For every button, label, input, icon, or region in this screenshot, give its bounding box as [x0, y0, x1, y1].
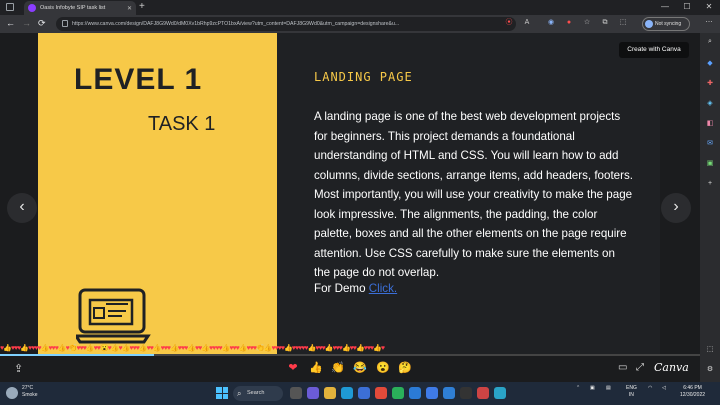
windows-taskbar: 27°C Smoke Search ⌃ ▣ ▤ ENG IN ◠ ◁ 6:46 …: [0, 382, 720, 405]
sidebar-shopping-icon[interactable]: ◆: [705, 59, 715, 69]
vscode-icon[interactable]: [443, 387, 455, 399]
app-icon[interactable]: [477, 387, 489, 399]
whatsapp-icon[interactable]: [392, 387, 404, 399]
slide-grid-icon[interactable]: ▭: [618, 362, 627, 373]
create-with-canva-button[interactable]: Create with Canva: [619, 42, 689, 58]
url-text[interactable]: https://www.canva.com/design/DAFJ8G9Wd0/…: [72, 17, 486, 31]
viewer-toolbar: ⇪ ❤ 👍 👏 😂 😮 🤔 ▭ ⤢ Canva: [0, 356, 700, 382]
sidebar-search-icon[interactable]: ⌕: [705, 37, 715, 47]
sidebar-tools-icon[interactable]: ✚: [705, 79, 715, 89]
clock[interactable]: 6:46 PM 12/30/2022: [680, 385, 705, 399]
forward-button[interactable]: →: [22, 17, 31, 30]
lock-icon[interactable]: [62, 20, 68, 27]
sidebar-extra-icon[interactable]: ▣: [705, 159, 715, 169]
sidebar-games-icon[interactable]: ◈: [705, 99, 715, 109]
share-icon[interactable]: ⇪: [14, 362, 23, 375]
tab-title: Oasis Infobyte SIP task list: [40, 5, 106, 11]
laptop-icon: [76, 288, 151, 344]
canva-favicon-icon: [28, 4, 36, 12]
tab-actions-icon[interactable]: [6, 3, 14, 11]
store-icon[interactable]: [358, 387, 370, 399]
profile-sync-button[interactable]: Not syncing: [642, 17, 690, 31]
reaction-thinking-button[interactable]: 🤔: [397, 360, 413, 376]
taskbar-search[interactable]: Search: [233, 386, 283, 401]
mail-icon[interactable]: [409, 387, 421, 399]
more-menu-icon[interactable]: ⋯: [704, 18, 714, 28]
maximize-button[interactable]: ☐: [676, 0, 698, 15]
reaction-clap-button[interactable]: 👏: [330, 360, 346, 376]
close-window-button[interactable]: ✕: [698, 0, 720, 15]
edge-icon[interactable]: [341, 387, 353, 399]
next-slide-button[interactable]: ›: [661, 193, 691, 223]
sidebar-add-icon[interactable]: +: [705, 179, 715, 189]
temperature: 27°C: [22, 385, 34, 391]
file-explorer-icon[interactable]: [324, 387, 336, 399]
demo-link[interactable]: Click.: [369, 282, 397, 295]
demo-label: For Demo: [314, 282, 366, 295]
favorites-icon[interactable]: ☆: [582, 18, 592, 28]
tray-app-icon[interactable]: ▣: [590, 385, 595, 392]
prev-slide-button[interactable]: ‹: [7, 193, 37, 223]
extension-3-icon[interactable]: ●: [564, 18, 574, 28]
chrome-icon[interactable]: [375, 387, 387, 399]
sidebar-layout-icon[interactable]: ⬚: [705, 345, 715, 355]
teams-icon[interactable]: [307, 387, 319, 399]
refresh-button[interactable]: ⟳: [38, 17, 46, 30]
notepad-icon[interactable]: [494, 387, 506, 399]
collections-icon[interactable]: ⧉: [600, 18, 610, 28]
weather-widget[interactable]: 27°C Smoke: [22, 385, 38, 399]
reaction-surprised-button[interactable]: 😮: [375, 360, 391, 376]
browser-tab[interactable]: Oasis Infobyte SIP task list ✕: [24, 1, 136, 15]
address-toolbar: ← → ⟳ https://www.canva.com/design/DAFJ8…: [0, 15, 720, 33]
task-subtitle: TASK 1: [148, 113, 216, 135]
avatar: [645, 20, 653, 28]
tab-close-icon[interactable]: ✕: [127, 5, 132, 12]
tray-chevron-icon[interactable]: ⌃: [576, 385, 580, 392]
sidebar-settings-icon[interactable]: ⚙: [705, 365, 715, 375]
minimize-button[interactable]: —: [654, 0, 676, 15]
clock-time: 6:46 PM: [683, 385, 702, 391]
browser-tab-strip: Oasis Infobyte SIP task list ✕ + — ☐ ✕: [0, 0, 720, 15]
extension-icon[interactable]: ⦿: [504, 18, 514, 28]
sidebar-outlook-icon[interactable]: ✉: [705, 139, 715, 149]
weather-icon[interactable]: [6, 387, 18, 399]
language-indicator[interactable]: ENG IN: [626, 385, 637, 399]
edge-sidebar: ⌕ ◆ ✚ ◈ ◧ ✉ ▣ + ⬚ ⚙: [700, 33, 720, 382]
reaction-thumbs-up-button[interactable]: 👍: [308, 360, 324, 376]
new-tab-button[interactable]: +: [139, 1, 145, 13]
extension-2-icon[interactable]: ◉: [546, 18, 556, 28]
demo-line: For Demo Click.: [314, 282, 397, 295]
slide: LEVEL 1 TASK 1 LANDING PAGE A landing pa…: [38, 33, 660, 356]
task-view-icon[interactable]: [290, 387, 302, 399]
back-button[interactable]: ←: [6, 17, 15, 30]
terminal-icon[interactable]: [460, 387, 472, 399]
volume-icon[interactable]: ◁: [662, 385, 666, 392]
clock-date: 12/30/2022: [680, 392, 706, 398]
zoom-icon[interactable]: [426, 387, 438, 399]
region-code: IN: [628, 392, 634, 398]
level-title: LEVEL 1: [74, 63, 203, 96]
canva-logo: Canva: [654, 361, 689, 374]
fullscreen-icon[interactable]: ⤢: [636, 362, 644, 373]
read-aloud-icon[interactable]: A: [522, 18, 532, 28]
reaction-heart-button[interactable]: ❤: [285, 360, 301, 376]
slide-heading: LANDING PAGE: [314, 70, 413, 84]
sidebar-office-icon[interactable]: ◧: [705, 119, 715, 129]
tray-app2-icon[interactable]: ▤: [606, 385, 611, 392]
weather-condition: Smoke: [22, 392, 38, 398]
presentation-stage: LEVEL 1 TASK 1 LANDING PAGE A landing pa…: [0, 33, 700, 356]
sync-label: Not syncing: [655, 21, 682, 27]
reaction-laugh-button[interactable]: 😂: [352, 360, 368, 376]
wifi-icon[interactable]: ◠: [648, 385, 652, 392]
extensions-icon[interactable]: ⬚: [618, 18, 628, 28]
slide-body-text: A landing page is one of the best web de…: [314, 110, 633, 279]
language-code: ENG: [626, 385, 637, 391]
start-button[interactable]: [216, 387, 228, 399]
address-bar[interactable]: https://www.canva.com/design/DAFJ8G9Wd0/…: [56, 17, 516, 31]
